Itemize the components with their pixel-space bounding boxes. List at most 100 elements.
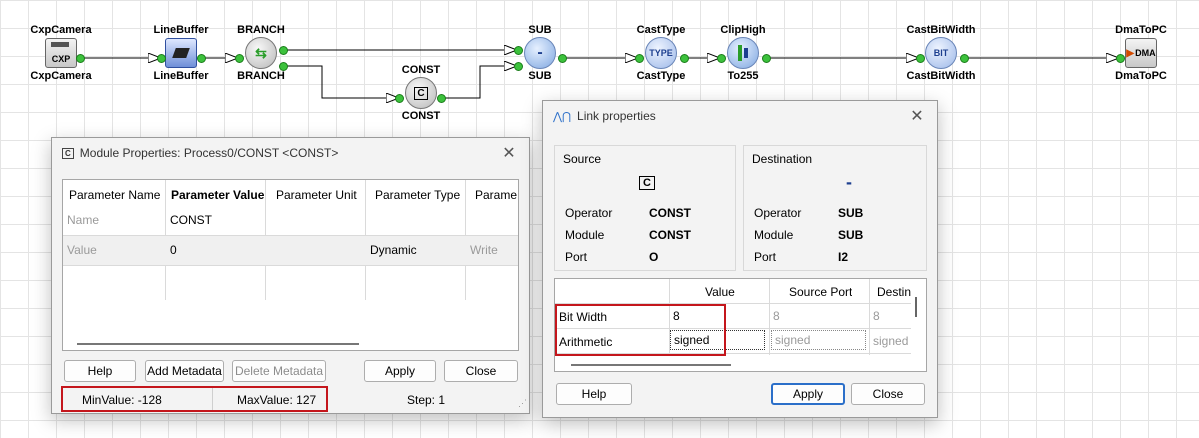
param-type: Dynamic xyxy=(370,243,417,257)
input-port[interactable] xyxy=(514,46,523,55)
subtract-icon: - xyxy=(846,172,852,192)
output-port[interactable] xyxy=(680,54,689,63)
subtract-icon: - xyxy=(524,37,556,69)
node-sub[interactable]: SUB - SUB xyxy=(490,23,590,83)
node-castbitwidth[interactable]: CastBitWidth BIT CastBitWidth xyxy=(891,23,991,83)
table-row-selected[interactable] xyxy=(63,236,518,265)
source-operator-label: Operator xyxy=(565,206,613,220)
column-header[interactable]: Value xyxy=(705,285,735,299)
output-port[interactable] xyxy=(437,94,446,103)
add-metadata-button[interactable]: Add Metadata xyxy=(145,360,224,382)
module-icon: C xyxy=(62,147,74,159)
input-port[interactable] xyxy=(717,54,726,63)
source-header: Source xyxy=(563,152,602,166)
close-icon[interactable]: ✕ xyxy=(907,106,927,126)
param-value[interactable]: 0 xyxy=(170,243,177,257)
source-panel: Source C Operator CONST Module CONST Por… xyxy=(554,145,736,271)
output-port[interactable] xyxy=(279,62,288,71)
help-button[interactable]: Help xyxy=(64,360,136,382)
link-attribute-table: Value Source Port Destin Bit Width 8 8 8… xyxy=(554,278,927,372)
output-port[interactable] xyxy=(197,54,206,63)
close-button[interactable]: Close xyxy=(444,360,518,382)
node-cxpcamera[interactable]: CxpCamera CXP CxpCamera xyxy=(11,23,111,83)
output-port[interactable] xyxy=(76,54,85,63)
apply-button[interactable]: Apply xyxy=(771,383,845,405)
module-properties-dialog: C Module Properties: Process0/CONST <CON… xyxy=(51,137,530,414)
vertical-scrollbar[interactable] xyxy=(915,297,917,317)
apply-button[interactable]: Apply xyxy=(364,360,436,382)
bit-width-dest: 8 xyxy=(873,309,880,323)
column-header[interactable]: Parameter Name xyxy=(69,188,160,202)
link-properties-dialog: ⋀⋂ Link properties ✕ Source C Operator C… xyxy=(542,100,938,418)
input-port[interactable] xyxy=(235,54,244,63)
destination-operator-label: Operator xyxy=(754,206,802,220)
destination-port-value: I2 xyxy=(838,250,849,264)
node-cliphigh[interactable]: ClipHigh To255 xyxy=(693,23,793,83)
horizontal-scrollbar[interactable] xyxy=(77,343,359,345)
node-const[interactable]: CONST C CONST xyxy=(371,63,471,123)
column-header[interactable]: Parameter Unit xyxy=(276,188,357,202)
resize-grip-icon[interactable]: ⋰ xyxy=(518,398,527,409)
node-branch[interactable]: BRANCH ⇆ BRANCH xyxy=(211,23,311,83)
const-icon: C xyxy=(405,77,437,109)
column-header[interactable]: Source Port xyxy=(789,285,852,299)
bit-width-value[interactable]: 8 xyxy=(673,309,680,323)
column-header[interactable]: Parameter Value xyxy=(171,188,264,202)
close-button[interactable]: Close xyxy=(851,383,925,405)
node-top-label: DmaToPC xyxy=(1115,24,1167,36)
casttype-icon: TYPE xyxy=(645,37,677,69)
input-port[interactable] xyxy=(1116,54,1125,63)
bit-width-source: 8 xyxy=(773,309,780,323)
node-bottom-label: CxpCamera xyxy=(30,70,92,82)
source-port-label: Port xyxy=(565,250,588,264)
input-port[interactable] xyxy=(916,54,925,63)
link-icon: ⋀⋂ xyxy=(553,110,572,123)
destination-operator-value: SUB xyxy=(838,206,864,220)
node-bottom-label: BRANCH xyxy=(237,70,285,82)
destination-header: Destination xyxy=(752,152,813,166)
help-button[interactable]: Help xyxy=(556,383,632,405)
castbitwidth-icon: BIT xyxy=(925,37,957,69)
const-icon: C xyxy=(639,176,655,190)
input-port[interactable] xyxy=(157,54,166,63)
output-port[interactable] xyxy=(279,46,288,55)
step-status: Step: 1 xyxy=(407,393,446,407)
destination-module-label: Module xyxy=(754,228,794,242)
output-port[interactable] xyxy=(960,54,969,63)
column-header[interactable]: Parame xyxy=(475,188,517,202)
node-top-label: SUB xyxy=(528,24,552,36)
close-icon[interactable]: ✕ xyxy=(499,143,519,163)
param-name: Value xyxy=(67,243,97,257)
destination-module-value: SUB xyxy=(838,228,864,242)
output-port[interactable] xyxy=(762,54,771,63)
node-bottom-label: CastBitWidth xyxy=(906,70,976,82)
arithmetic-value[interactable]: signed xyxy=(670,330,765,350)
node-dmatopc[interactable]: DmaToPC ▶ DMA DmaToPC xyxy=(1091,23,1191,83)
dialog-titlebar[interactable]: ⋀⋂ Link properties ✕ xyxy=(543,101,937,131)
param-value[interactable]: CONST xyxy=(170,213,212,227)
input-port[interactable] xyxy=(635,54,644,63)
param-name: Name xyxy=(67,213,100,227)
output-port[interactable] xyxy=(558,54,567,63)
column-header[interactable]: Destin xyxy=(877,285,911,299)
arithmetic-source: signed xyxy=(771,330,866,350)
delete-metadata-button[interactable]: Delete Metadata xyxy=(232,360,326,382)
arithmetic-dest: signed xyxy=(873,334,909,348)
destination-port-label: Port xyxy=(754,250,777,264)
input-port[interactable] xyxy=(514,62,523,71)
dialog-title: Module Properties: Process0/CONST <CONST… xyxy=(79,146,339,160)
source-port-value: O xyxy=(649,250,659,264)
input-port[interactable] xyxy=(395,94,404,103)
parameter-table: Parameter Name Parameter Value Parameter… xyxy=(62,179,519,351)
node-bottom-label: DmaToPC xyxy=(1115,70,1167,82)
max-value-status: MaxValue: 127 xyxy=(237,393,317,407)
node-top-label: CastBitWidth xyxy=(906,24,976,36)
node-top-label: CONST xyxy=(401,64,441,76)
dialog-titlebar[interactable]: C Module Properties: Process0/CONST <CON… xyxy=(52,138,529,168)
horizontal-scrollbar[interactable] xyxy=(571,364,731,366)
dialog-title: Link properties xyxy=(577,109,656,123)
param-access: Write xyxy=(470,243,498,257)
column-header[interactable]: Parameter Type xyxy=(375,188,460,202)
dma-icon: ▶ DMA xyxy=(1125,38,1157,68)
source-module-label: Module xyxy=(565,228,605,242)
